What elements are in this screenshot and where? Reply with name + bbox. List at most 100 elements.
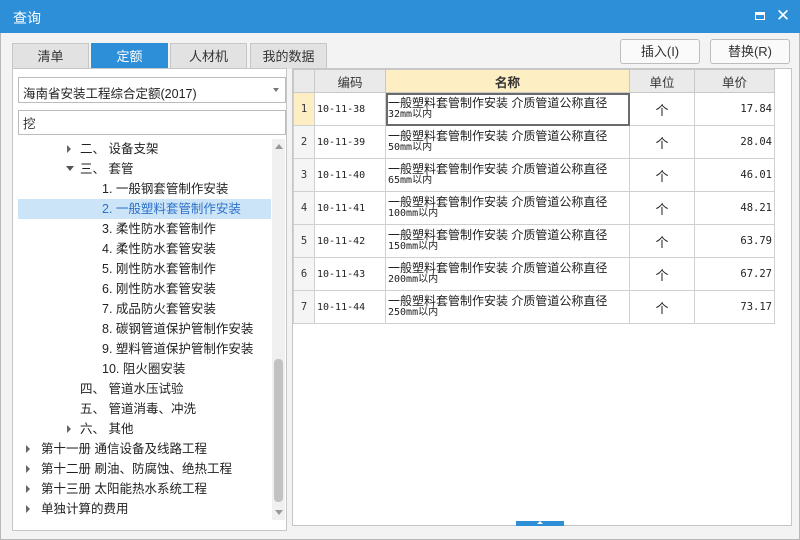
price-cell[interactable]: 28.04 <box>694 125 775 159</box>
tree-node[interactable]: 9. 塑料管道保护管制作安装 <box>18 339 271 359</box>
tree-node[interactable]: 第十三册 太阳能热水系统工程 <box>18 479 271 499</box>
row-number[interactable]: 1 <box>293 92 315 126</box>
tree-node[interactable]: 8. 碳钢管道保护管制作安装 <box>18 319 271 339</box>
tree-node[interactable]: 3. 柔性防水套管制作 <box>18 219 271 239</box>
tree-node[interactable]: 第十一册 通信设备及线路工程 <box>18 439 271 459</box>
insert-button[interactable]: 插入(I) <box>620 39 700 64</box>
tree-node[interactable]: 1. 一般钢套管制作安装 <box>18 179 271 199</box>
code-cell[interactable]: 10-11-44 <box>314 290 386 324</box>
expand-arrow-icon[interactable] <box>23 439 33 459</box>
tree-scrollbar[interactable] <box>272 139 285 520</box>
table-row[interactable]: 1 10-11-38 一般塑料套管制作安装 介质管道公称直径 32mm以内个 17.84 <box>293 92 775 126</box>
tree-node[interactable]: 三、 套管 <box>18 159 271 179</box>
price-cell[interactable]: 46.01 <box>694 158 775 192</box>
code-cell[interactable]: 10-11-40 <box>314 158 386 192</box>
row-number[interactable]: 7 <box>293 290 315 324</box>
quota-library-select[interactable]: 海南省安装工程综合定额(2017) <box>18 77 286 103</box>
tree-node[interactable]: 4. 柔性防水套管安装 <box>18 239 271 259</box>
row-number[interactable]: 2 <box>293 125 315 159</box>
quota-spec-text: 32mm以内 <box>388 109 433 120</box>
code-column-header[interactable]: 编码 <box>314 69 386 93</box>
price-cell[interactable]: 67.27 <box>694 257 775 291</box>
table-row[interactable]: 3 10-11-40 一般塑料套管制作安装 介质管道公称直径 65mm以内个 46.01 <box>293 158 775 192</box>
name-cell[interactable]: 一般塑料套管制作安装 介质管道公称直径 100mm以内 <box>385 191 630 225</box>
chevron-down-icon[interactable] <box>273 88 279 92</box>
unit-cell[interactable]: 个 <box>629 92 695 126</box>
name-column-header[interactable]: 名称 <box>385 69 630 93</box>
collapse-arrow-icon[interactable] <box>64 159 74 179</box>
maximize-icon[interactable] <box>751 7 769 25</box>
table-row[interactable]: 5 10-11-42 一般塑料套管制作安装 介质管道公称直径 150mm以内个 63.7… <box>293 224 775 258</box>
window-title: 查询 <box>13 10 41 26</box>
tab-my-data[interactable]: 我的数据 <box>250 43 327 69</box>
tree-node[interactable]: 四、 管道水压试验 <box>18 379 271 399</box>
quota-library-value: 海南省安装工程综合定额(2017) <box>23 87 197 101</box>
price-cell[interactable]: 48.21 <box>694 191 775 225</box>
price-column-header[interactable]: 单价 <box>694 69 775 93</box>
tree-node-label: 单独计算的费用 <box>41 502 129 516</box>
price-cell[interactable]: 63.79 <box>694 224 775 258</box>
table-row[interactable]: 2 10-11-39 一般塑料套管制作安装 介质管道公称直径 50mm以内个 28.04 <box>293 125 775 159</box>
unit-cell[interactable]: 个 <box>629 191 695 225</box>
tree-node[interactable]: 2. 一般塑料套管制作安装 <box>18 199 271 219</box>
row-number[interactable]: 6 <box>293 257 315 291</box>
unit-cell[interactable]: 个 <box>629 290 695 324</box>
tree-node[interactable]: 6. 刚性防水套管安装 <box>18 279 271 299</box>
panel-splitter-handle[interactable] <box>516 521 564 526</box>
tree-node[interactable]: 5. 刚性防水套管制作 <box>18 259 271 279</box>
row-number[interactable]: 5 <box>293 224 315 258</box>
scroll-up-icon[interactable] <box>275 144 283 149</box>
quota-spec-text: 65mm以内 <box>388 175 433 186</box>
tree-node-label: 四、 管道水压试验 <box>80 382 184 396</box>
price-cell[interactable]: 73.17 <box>694 290 775 324</box>
expand-arrow-icon[interactable] <box>64 419 74 439</box>
tab-bill[interactable]: 清单 <box>12 43 89 69</box>
tree-node[interactable]: 7. 成品防火套管安装 <box>18 299 271 319</box>
tab-labor-material-machine[interactable]: 人材机 <box>170 43 247 69</box>
tree-node[interactable]: 单独计算的费用 <box>18 499 271 519</box>
tab-quota[interactable]: 定额 <box>91 43 168 69</box>
expand-arrow-icon[interactable] <box>23 499 33 519</box>
expand-arrow-icon[interactable] <box>64 139 74 159</box>
tree-node-label: 第十一册 通信设备及线路工程 <box>41 442 207 456</box>
tree-node[interactable]: 10. 阻火圈安装 <box>18 359 271 379</box>
row-number[interactable]: 4 <box>293 191 315 225</box>
tree-node-label: 3. 柔性防水套管制作 <box>102 222 216 236</box>
tree-node[interactable]: 二、 设备支架 <box>18 139 271 159</box>
quota-name-text: 一般塑料套管制作安装 介质管道公称直径 <box>388 162 608 176</box>
unit-cell[interactable]: 个 <box>629 224 695 258</box>
tree-node[interactable]: 五、 管道消毒、冲洗 <box>18 399 271 419</box>
code-cell[interactable]: 10-11-42 <box>314 224 386 258</box>
table-row[interactable]: 4 10-11-41 一般塑料套管制作安装 介质管道公称直径 100mm以内个 48.2… <box>293 191 775 225</box>
tree-node[interactable]: 第十二册 刷油、防腐蚀、绝热工程 <box>18 459 271 479</box>
unit-cell[interactable]: 个 <box>629 257 695 291</box>
scroll-down-icon[interactable] <box>275 510 283 515</box>
name-cell[interactable]: 一般塑料套管制作安装 介质管道公称直径 150mm以内 <box>385 224 630 258</box>
tree-node-label: 二、 设备支架 <box>80 142 159 156</box>
search-input[interactable] <box>18 110 286 135</box>
name-cell[interactable]: 一般塑料套管制作安装 介质管道公称直径 32mm以内 <box>385 92 630 126</box>
code-cell[interactable]: 10-11-41 <box>314 191 386 225</box>
expand-arrow-icon[interactable] <box>23 459 33 479</box>
code-cell[interactable]: 10-11-39 <box>314 125 386 159</box>
close-icon[interactable]: ✕ <box>774 7 792 25</box>
unit-cell[interactable]: 个 <box>629 125 695 159</box>
code-cell[interactable]: 10-11-38 <box>314 92 386 126</box>
price-cell[interactable]: 17.84 <box>694 92 775 126</box>
table-row[interactable]: 7 10-11-44 一般塑料套管制作安装 介质管道公称直径 250mm以内个 73.1… <box>293 290 775 324</box>
name-cell[interactable]: 一般塑料套管制作安装 介质管道公称直径 200mm以内 <box>385 257 630 291</box>
expand-arrow-icon[interactable] <box>23 479 33 499</box>
quota-spec-text: 200mm以内 <box>388 274 439 285</box>
tree-node-label: 7. 成品防火套管安装 <box>102 302 216 316</box>
replace-button[interactable]: 替换(R) <box>710 39 790 64</box>
unit-cell[interactable]: 个 <box>629 158 695 192</box>
name-cell[interactable]: 一般塑料套管制作安装 介质管道公称直径 65mm以内 <box>385 158 630 192</box>
tree-node[interactable]: 六、 其他 <box>18 419 271 439</box>
table-row[interactable]: 6 10-11-43 一般塑料套管制作安装 介质管道公称直径 200mm以内个 67.2… <box>293 257 775 291</box>
name-cell[interactable]: 一般塑料套管制作安装 介质管道公称直径 50mm以内 <box>385 125 630 159</box>
scroll-thumb[interactable] <box>274 359 283 502</box>
code-cell[interactable]: 10-11-43 <box>314 257 386 291</box>
name-cell[interactable]: 一般塑料套管制作安装 介质管道公称直径 250mm以内 <box>385 290 630 324</box>
row-number[interactable]: 3 <box>293 158 315 192</box>
unit-column-header[interactable]: 单位 <box>629 69 695 93</box>
